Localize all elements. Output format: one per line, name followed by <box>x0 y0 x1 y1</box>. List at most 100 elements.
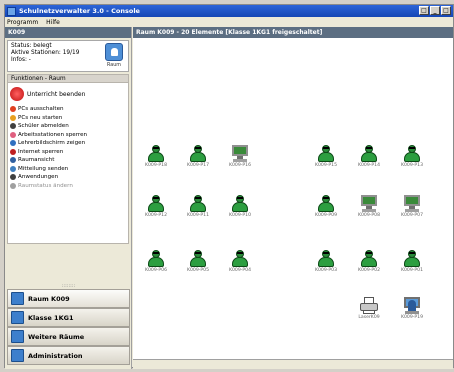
station-label: K009-P02 <box>357 268 381 273</box>
room-view-header: Raum K009 - 20 Elemente [Klasse 1KG1 fre… <box>133 27 453 38</box>
station-person[interactable]: K009-P02 <box>354 250 384 273</box>
student-icon <box>147 145 165 162</box>
station-label: K009-P06 <box>144 268 168 273</box>
station-person[interactable]: K009-P13 <box>397 145 427 168</box>
function-item[interactable]: Arbeitsstationen sperren <box>10 131 126 140</box>
menu-programm[interactable]: Programm <box>7 19 38 26</box>
station-person[interactable]: K009-P10 <box>225 195 255 218</box>
student-icon <box>231 195 249 212</box>
function-label: Mitteilung senden <box>18 165 69 172</box>
student-icon <box>360 250 378 267</box>
room-nav-icon <box>11 292 24 305</box>
title-bar[interactable]: Schulnetzverwalter 3.0 - Console □ _ □ <box>5 5 453 17</box>
status-bar <box>133 359 453 369</box>
station-person[interactable]: K009-P15 <box>311 145 341 168</box>
function-icon <box>10 157 16 164</box>
station-person[interactable]: K009-P18 <box>141 145 171 168</box>
app-icon <box>7 6 16 16</box>
function-label: Arbeitsstationen sperren <box>18 131 88 138</box>
function-item[interactable]: Anwendungen <box>10 173 126 182</box>
status-box: Status: belegt Aktive Stationen: 19/19 I… <box>7 40 129 72</box>
room-header: K009 <box>5 27 131 38</box>
nav-administration[interactable]: Administration <box>7 346 130 365</box>
nav-admin-label: Administration <box>28 351 83 360</box>
function-item: Raumstatus ändern <box>10 182 126 191</box>
left-panel: K009 Status: belegt Aktive Stationen: 19… <box>5 27 132 369</box>
station-label: K009-P10 <box>228 213 252 218</box>
station-person[interactable]: K009-P14 <box>354 145 384 168</box>
bottom-nav: :::::::: Raum K009 Klasse 1KG1 Weitere R… <box>7 284 130 365</box>
function-item[interactable]: PCs neu starten <box>10 114 126 123</box>
end-lesson-button[interactable]: Unterricht beenden <box>10 86 126 102</box>
nav-raum[interactable]: Raum K009 <box>7 289 130 308</box>
function-item[interactable]: PCs ausschalten <box>10 105 126 114</box>
station-person[interactable]: K009-P06 <box>141 250 171 273</box>
nav-raum-label: Raum K009 <box>28 294 70 303</box>
function-icon <box>10 140 16 147</box>
station-teacher[interactable]: K009-P19 <box>397 297 427 320</box>
station-person[interactable]: K009-P05 <box>183 250 213 273</box>
maximize-button[interactable]: □ <box>441 6 451 15</box>
function-item[interactable]: Mitteilung senden <box>10 165 126 174</box>
restore-icon[interactable]: □ <box>419 6 429 15</box>
room-icon[interactable] <box>105 43 123 61</box>
function-icon <box>10 174 16 181</box>
station-monitor[interactable]: K009-P16 <box>225 145 255 168</box>
station-label: K009-P19 <box>400 315 424 320</box>
student-icon <box>231 250 249 267</box>
station-label: K009-P04 <box>228 268 252 273</box>
function-icon <box>10 131 16 138</box>
end-lesson-label: Unterricht beenden <box>27 90 86 98</box>
functions-header: Funktionen - Raum <box>7 74 129 83</box>
room-view: Raum K009 - 20 Elemente [Klasse 1KG1 fre… <box>133 27 453 359</box>
nav-klasse[interactable]: Klasse 1KG1 <box>7 308 130 327</box>
rooms-nav-icon <box>11 330 24 343</box>
station-label: K009-P16 <box>228 163 252 168</box>
station-person[interactable]: K009-P04 <box>225 250 255 273</box>
stop-icon <box>10 87 24 101</box>
station-label: K009-P03 <box>314 268 338 273</box>
station-label: K009-P18 <box>144 163 168 168</box>
station-label: K009-P11 <box>186 213 210 218</box>
station-person[interactable]: K009-P03 <box>311 250 341 273</box>
station-person[interactable]: K009-P11 <box>183 195 213 218</box>
station-printer[interactable]: LaserK09 <box>354 297 384 320</box>
station-label: K009-P15 <box>314 163 338 168</box>
student-icon <box>317 195 335 212</box>
function-label: Schüler abmelden <box>18 123 69 130</box>
station-person[interactable]: K009-P17 <box>183 145 213 168</box>
station-person[interactable]: K009-P01 <box>397 250 427 273</box>
station-label: K009-P08 <box>357 213 381 218</box>
function-item[interactable]: Raumansicht <box>10 156 126 165</box>
station-label: K009-P07 <box>400 213 424 218</box>
function-item[interactable]: Schüler abmelden <box>10 122 126 131</box>
function-label: PCs neu starten <box>18 114 63 121</box>
student-icon <box>403 145 421 162</box>
station-person[interactable]: K009-P09 <box>311 195 341 218</box>
function-item[interactable]: Internet sperren <box>10 148 126 157</box>
station-label: K009-P12 <box>144 213 168 218</box>
function-label: Lehrerbildschirm zeigen <box>18 140 86 147</box>
function-icon <box>10 106 16 113</box>
nav-weitere-raeume[interactable]: Weitere Räume <box>7 327 130 346</box>
station-monitor[interactable]: K009-P08 <box>354 195 384 218</box>
station-label: K009-P05 <box>186 268 210 273</box>
minimize-button[interactable]: _ <box>430 6 440 15</box>
function-item[interactable]: Lehrerbildschirm zeigen <box>10 139 126 148</box>
room-icon-label: Raum <box>107 63 121 68</box>
function-label: Anwendungen <box>18 174 59 181</box>
admin-nav-icon <box>11 349 24 362</box>
student-icon <box>189 250 207 267</box>
computer-icon <box>360 195 378 212</box>
function-icon <box>10 182 16 189</box>
station-person[interactable]: K009-P12 <box>141 195 171 218</box>
class-nav-icon <box>11 311 24 324</box>
app-window: Schulnetzverwalter 3.0 - Console □ _ □ P… <box>4 4 454 369</box>
computer-icon <box>403 195 421 212</box>
window-controls: □ _ □ <box>419 6 451 15</box>
function-label: Internet sperren <box>18 148 64 155</box>
station-monitor[interactable]: K009-P07 <box>397 195 427 218</box>
window-title: Schulnetzverwalter 3.0 - Console <box>19 7 140 15</box>
menu-hilfe[interactable]: Hilfe <box>46 19 60 26</box>
student-icon <box>189 195 207 212</box>
